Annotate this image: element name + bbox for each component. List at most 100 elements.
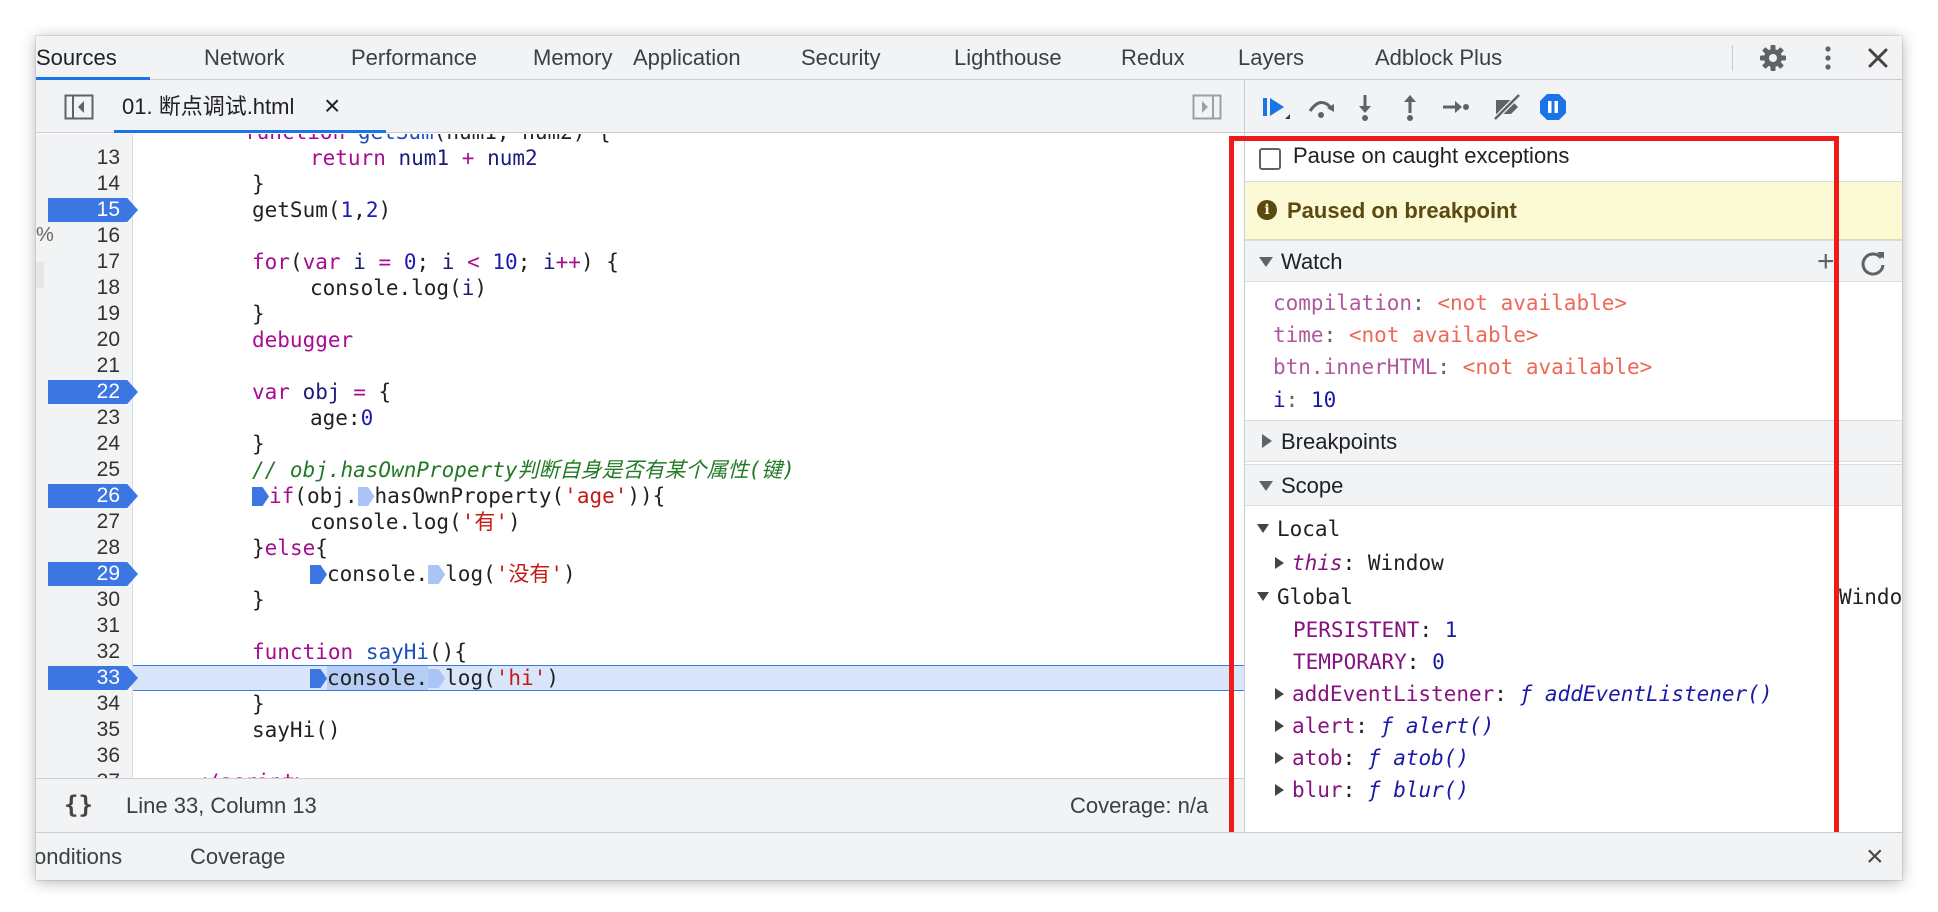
line-number[interactable]: 32 [50, 639, 120, 665]
watch-expression[interactable]: btn.innerHTML: <not available> [1273, 352, 1652, 382]
line-number[interactable]: 34 [50, 691, 120, 717]
scope-property[interactable]: TEMPORARY: 0 [1293, 647, 1445, 677]
tab-layers[interactable]: Layers [1238, 36, 1304, 80]
scope-property[interactable]: atob: ƒ atob() [1275, 743, 1469, 773]
tab-security[interactable]: Security [801, 36, 880, 80]
pause-on-caught-checkbox[interactable] [1259, 148, 1281, 170]
step-over-icon[interactable] [1305, 91, 1337, 123]
line-number[interactable]: 36 [50, 743, 120, 769]
expand-triangle-icon [1259, 257, 1273, 267]
file-tab-indicator [114, 130, 386, 133]
refresh-icon[interactable] [1859, 249, 1887, 277]
close-file-tab-icon[interactable]: × [324, 90, 340, 122]
line-number[interactable]: 14 [50, 171, 120, 197]
line-number[interactable]: 30 [50, 587, 120, 613]
deactivate-breakpoints-icon[interactable] [1491, 91, 1523, 123]
scope-property[interactable]: addEventListener: ƒ addEventListener() [1275, 679, 1772, 709]
scope-value: alert() [1405, 714, 1495, 738]
inline-breakpoint-icon[interactable] [310, 669, 327, 688]
inline-breakpoint-icon[interactable] [428, 565, 446, 584]
watch-section-header[interactable]: Watch + [1245, 240, 1902, 282]
line-number[interactable]: 19 [50, 301, 120, 327]
inline-breakpoint-icon[interactable] [252, 487, 269, 506]
line-number[interactable]: 21 [50, 353, 120, 379]
step-out-icon[interactable] [1394, 91, 1426, 123]
line-number[interactable]: 18 [50, 275, 120, 301]
tab-network[interactable]: Network [204, 36, 285, 80]
tab-adblock-plus[interactable]: Adblock Plus [1375, 36, 1502, 80]
code-editor[interactable]: function getSum(num1, num2) { 13 return … [36, 134, 1244, 778]
line-number[interactable]: 29 [50, 561, 120, 587]
code-line: 32 function sayHi(){ [36, 639, 1244, 665]
watch-expression[interactable]: compilation: <not available> [1273, 288, 1627, 318]
step-icon[interactable] [1439, 91, 1471, 123]
close-icon[interactable] [1862, 42, 1894, 74]
line-number[interactable]: 15 [50, 197, 120, 223]
kebab-menu-icon[interactable] [1812, 42, 1844, 74]
scope-value: Window [1367, 551, 1444, 575]
tab-sources[interactable]: Sources [36, 36, 117, 80]
pause-on-caught-label[interactable]: Pause on caught exceptions [1293, 134, 1569, 178]
scope-key: PERSISTENT [1293, 618, 1420, 642]
line-number[interactable]: 16 [50, 223, 120, 249]
collapse-triangle-icon [1262, 434, 1272, 448]
scope-section-header[interactable]: Scope [1245, 464, 1902, 506]
editor-status-bar: {} Line 33, Column 13 Coverage: n/a [36, 778, 1244, 832]
tab-lighthouse[interactable]: Lighthouse [954, 36, 1062, 80]
line-number[interactable]: 27 [50, 509, 120, 535]
code-line: 27 console.log('有') [36, 509, 1244, 535]
close-drawer-icon[interactable]: × [1866, 839, 1884, 875]
step-into-icon[interactable] [1349, 91, 1381, 123]
line-number[interactable]: 31 [50, 613, 120, 639]
code-line: 17 for(var i = 0; i < 10; i++) { [36, 249, 1244, 275]
line-number[interactable]: 17 [50, 249, 120, 275]
tab-performance[interactable]: Performance [351, 36, 477, 80]
line-number[interactable]: 37 [50, 769, 120, 778]
breakpoints-title: Breakpoints [1281, 429, 1398, 454]
add-watch-icon[interactable]: + [1817, 243, 1835, 281]
inline-breakpoint-icon[interactable] [357, 487, 375, 506]
tab-memory[interactable]: Memory [533, 36, 612, 80]
scope-local[interactable]: Local [1257, 514, 1340, 544]
drawer-tab-conditions[interactable]: onditions [36, 833, 122, 880]
scope-property[interactable]: PERSISTENT: 1 [1293, 615, 1457, 645]
code-line: 22 var obj = { [36, 379, 1244, 405]
watch-name: time [1273, 323, 1324, 347]
resume-icon[interactable] [1259, 91, 1291, 123]
devtools-tab-bar: Sources Network Performance Memory Appli… [36, 36, 1902, 80]
scope-key: atob [1292, 746, 1343, 770]
watch-expression[interactable]: i: 10 [1273, 385, 1336, 415]
line-number[interactable]: 25 [50, 457, 120, 483]
scope-property[interactable]: alert: ƒ alert() [1275, 711, 1494, 741]
inline-breakpoint-icon[interactable] [428, 669, 446, 688]
info-icon: i [1257, 200, 1277, 220]
scope-property[interactable]: blur: ƒ blur() [1275, 775, 1469, 805]
line-number[interactable]: 13 [50, 145, 120, 171]
pause-on-exceptions-icon[interactable] [1537, 91, 1569, 123]
coverage-status: Coverage: n/a [1070, 793, 1209, 818]
tab-application[interactable]: Application [633, 36, 741, 80]
breakpoints-section-header[interactable]: Breakpoints [1245, 420, 1902, 462]
drawer-tab-coverage[interactable]: Coverage [190, 833, 285, 880]
line-number[interactable]: 22 [50, 379, 120, 405]
line-number[interactable]: 23 [50, 405, 120, 431]
file-tab[interactable]: 01. 断点调试.html [122, 80, 294, 133]
line-number[interactable]: 26 [50, 483, 120, 509]
scope-global[interactable]: Global Window [1257, 582, 1902, 612]
line-number[interactable]: 35 [50, 717, 120, 743]
watch-expression[interactable]: time: <not available> [1273, 320, 1539, 350]
scope-value: 1 [1444, 618, 1458, 642]
line-number[interactable]: 24 [50, 431, 120, 457]
gear-icon[interactable] [1757, 42, 1789, 74]
line-number[interactable]: 20 [50, 327, 120, 353]
code-line: 24 } [36, 431, 1244, 457]
debugger-toggle-icon[interactable] [1192, 94, 1222, 120]
collapse-triangle-icon [1275, 688, 1284, 700]
tab-redux[interactable]: Redux [1121, 36, 1185, 80]
pretty-print-button[interactable]: {} [64, 791, 93, 819]
scope-this[interactable]: this: Window [1275, 548, 1444, 578]
line-number[interactable]: 28 [50, 535, 120, 561]
inline-breakpoint-icon[interactable] [310, 565, 327, 584]
navigator-toggle-icon[interactable] [64, 94, 94, 120]
line-number[interactable]: 33 [50, 665, 120, 691]
